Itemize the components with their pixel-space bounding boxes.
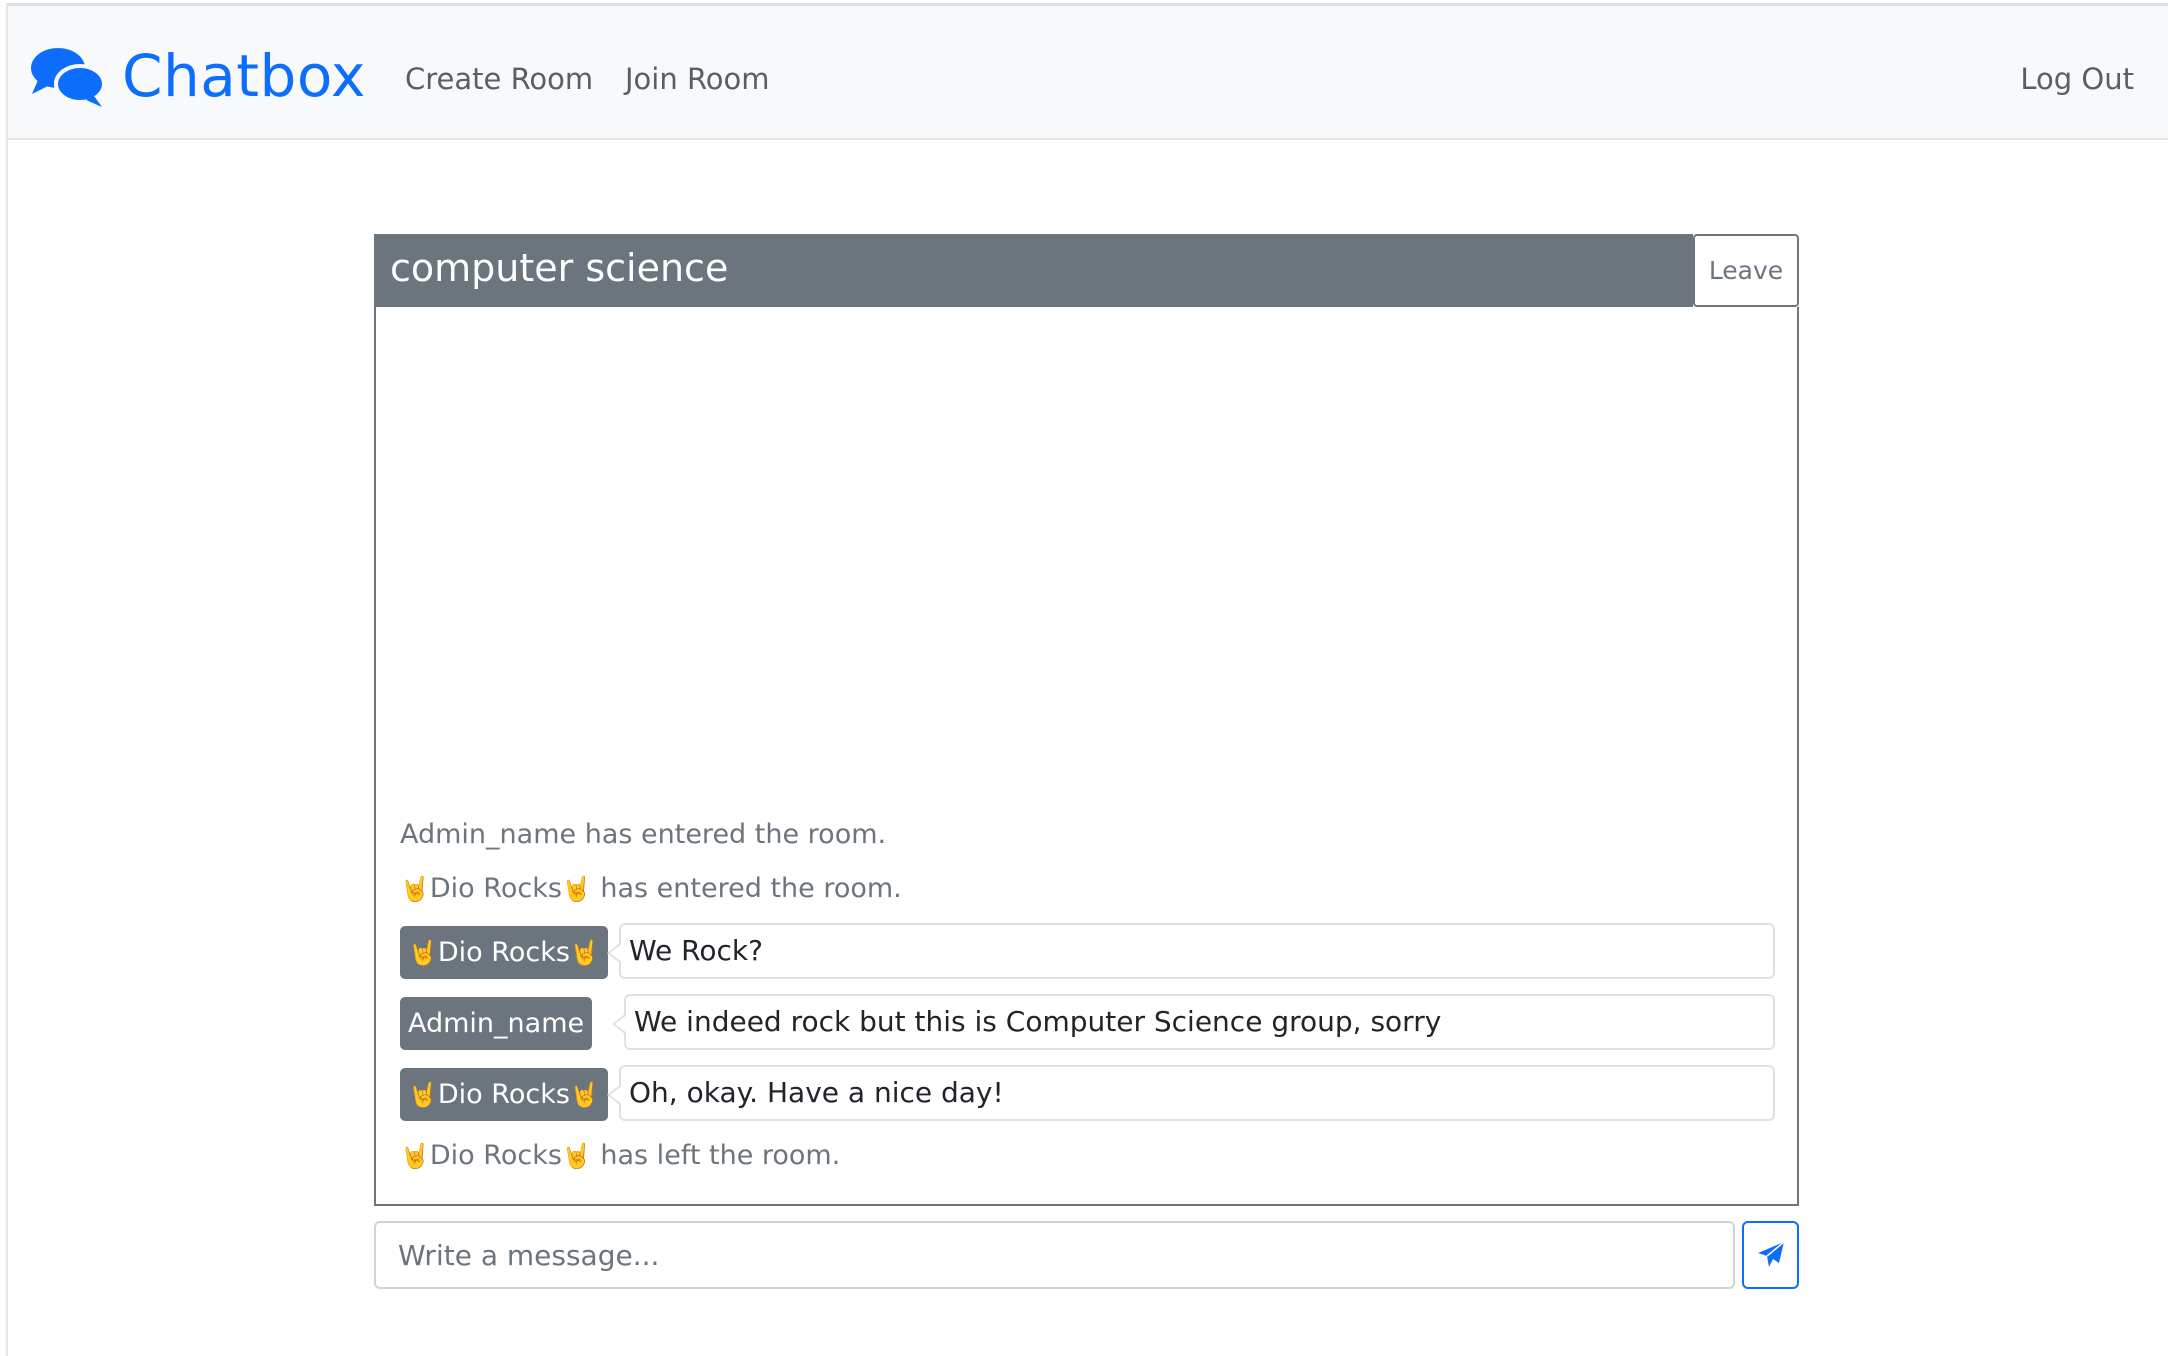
sender-badge: Admin_name [400, 997, 593, 1050]
sender-name: Dio Rocks [437, 937, 570, 968]
sender-badge: 🤘Dio Rocks🤘 [400, 1068, 608, 1121]
navbar: Chatbox Create Room Join Room Log Out [8, 6, 2168, 140]
rock-hand-icon: 🤘 [569, 1081, 600, 1109]
status-user-name: Dio Rocks [429, 873, 562, 904]
chat-bubbles-icon [31, 48, 106, 107]
sender-name: Dio Rocks [437, 1079, 570, 1110]
rock-hand-icon: 🤘 [408, 939, 438, 967]
status-text: has left the room. [591, 1140, 841, 1171]
status-message: 🤘Dio Rocks🤘 has left the room. [400, 1140, 840, 1171]
sender-name: Admin_name [408, 1008, 585, 1039]
rock-hand-icon: 🤘 [561, 1142, 592, 1170]
sender-badge: 🤘Dio Rocks🤘 [400, 926, 608, 979]
status-message: Admin_name has entered the room. [400, 819, 886, 850]
rock-hand-icon: 🤘 [408, 1081, 438, 1109]
status-user-name: Dio Rocks [429, 1140, 562, 1171]
rock-hand-icon: 🤘 [561, 875, 592, 903]
nav-create-room[interactable]: Create Room [405, 62, 593, 96]
chat-window[interactable]: Admin_name has entered the room. 🤘Dio Ro… [374, 307, 1799, 1206]
chat-message: Admin_name We indeed rock but this is Co… [400, 994, 1775, 1050]
status-text: has entered the room. [591, 873, 902, 904]
room-header: computer science [374, 234, 1693, 307]
status-text: Admin_name has entered the room. [400, 819, 887, 850]
nav-join-room[interactable]: Join Room [625, 62, 770, 96]
message-bubble: Oh, okay. Have a nice day! [607, 1065, 1775, 1121]
chat-message: 🤘Dio Rocks🤘 We Rock? [400, 923, 1775, 979]
chat-message: 🤘Dio Rocks🤘 Oh, okay. Have a nice day! [400, 1065, 1775, 1121]
message-bubble: We indeed rock but this is Computer Scie… [612, 994, 1775, 1050]
leave-button[interactable]: Leave [1693, 234, 1799, 307]
rock-hand-icon: 🤘 [400, 875, 430, 903]
paper-plane-icon [1757, 1241, 1784, 1267]
rock-hand-icon: 🤘 [400, 1142, 430, 1170]
message-bubble: We Rock? [607, 923, 1775, 979]
rock-hand-icon: 🤘 [569, 939, 600, 967]
status-message: 🤘Dio Rocks🤘 has entered the room. [400, 873, 902, 904]
nav-log-out[interactable]: Log Out [2020, 62, 2134, 96]
brand-name: Chatbox [122, 42, 366, 110]
send-button[interactable] [1742, 1221, 1799, 1289]
brand-link[interactable]: Chatbox [30, 36, 366, 116]
room-title: computer science [390, 246, 729, 290]
message-input[interactable] [374, 1221, 1735, 1289]
